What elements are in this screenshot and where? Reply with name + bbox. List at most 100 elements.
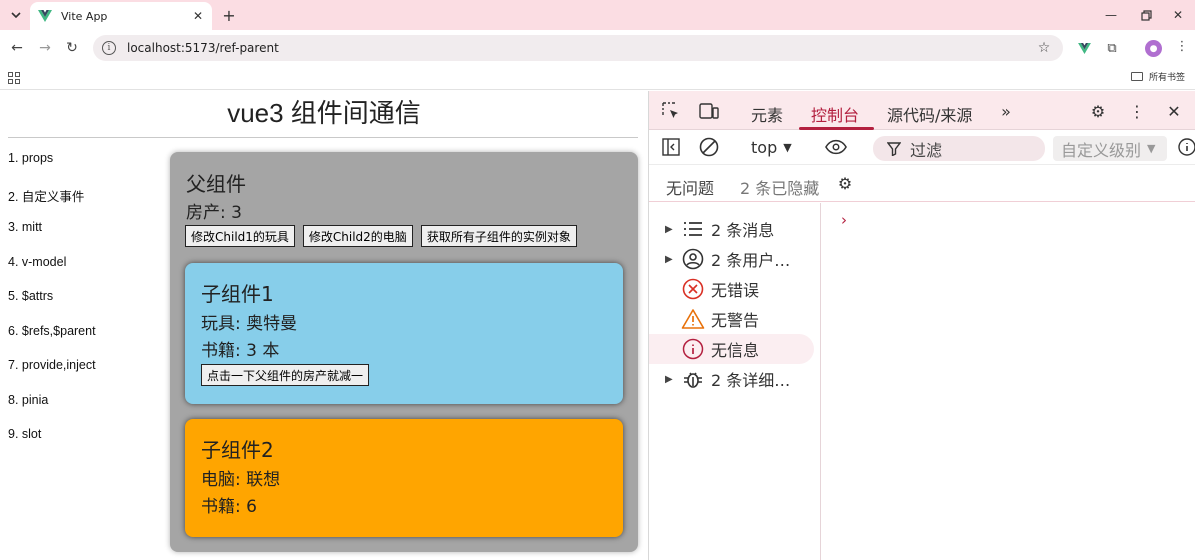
sidebar-item-errors[interactable]: ▶ 无错误	[649, 274, 814, 304]
nav-link-attrs[interactable]: 5. $attrs	[8, 289, 96, 324]
nav-link-mitt[interactable]: 3. mitt	[8, 220, 96, 255]
warning-icon	[681, 307, 705, 331]
tab-search-dropdown[interactable]	[6, 5, 26, 25]
nav-link-refs-parent[interactable]: 6. $refs,$parent	[8, 324, 96, 359]
list-icon	[681, 217, 705, 241]
error-icon	[681, 277, 705, 301]
all-bookmarks-folder[interactable]: 所有书签	[1131, 70, 1185, 83]
info-icon[interactable]	[1176, 137, 1195, 157]
new-tab-button[interactable]: +	[220, 6, 238, 25]
live-expression-eye-icon[interactable]	[825, 137, 847, 157]
filter-funnel-icon	[887, 141, 901, 156]
forward-icon[interactable]: →	[35, 38, 55, 58]
expand-arrow-icon[interactable]: ▶	[665, 254, 679, 265]
sidebar-item-label: 2 条详细…	[711, 371, 791, 390]
child-component-1: 子组件1 玩具: 奥特曼 书籍: 3 本 点击一下父组件的房产就减一	[185, 263, 623, 404]
child2-books: 书籍: 6	[201, 497, 257, 517]
tab-elements[interactable]: 元素	[751, 102, 783, 126]
console-toolbar: top ▼ 过滤 自定义级别 ▼	[649, 131, 1195, 165]
decrease-house-button[interactable]: 点击一下父组件的房产就减一	[201, 364, 370, 386]
user-icon	[681, 247, 705, 271]
site-info-icon[interactable]: i	[102, 41, 116, 55]
console-filter-input[interactable]: 过滤	[873, 136, 1045, 161]
browser-toolbar: ← → ↻ i localhost:5173/ref-parent ☆ ⧉ ● …	[0, 30, 1195, 66]
console-sidebar: ▶ 2 条消息 ▶ 2 条用户… ▶ 无错误	[649, 203, 821, 560]
tab-title: Vite App	[61, 9, 108, 23]
expand-arrow-icon[interactable]: ▶	[665, 224, 679, 235]
nav-link-props[interactable]: 1. props	[8, 151, 96, 186]
bookmark-star-icon[interactable]: ☆	[1035, 40, 1053, 56]
sidebar-item-verbose[interactable]: ▶ 2 条详细…	[649, 364, 814, 394]
dropdown-arrow-icon: ▼	[783, 141, 792, 154]
active-tab-indicator	[799, 127, 874, 130]
minimize-icon[interactable]: —	[1096, 4, 1126, 26]
restore-icon[interactable]	[1131, 4, 1161, 26]
get-all-children-button[interactable]: 获取所有子组件的实例对象	[420, 225, 577, 247]
filter-placeholder: 过滤	[910, 140, 943, 160]
window-close-icon[interactable]: ✕	[1163, 4, 1193, 26]
nav-link-v-model[interactable]: 4. v-model	[8, 255, 96, 290]
url-text[interactable]: localhost:5173/ref-parent	[127, 41, 1035, 55]
sidebar-toggle-icon[interactable]	[660, 137, 682, 157]
child2-computer: 电脑: 联想	[201, 470, 281, 490]
log-levels-dropdown[interactable]: 自定义级别 ▼	[1053, 136, 1167, 161]
close-icon[interactable]: ✕	[190, 8, 206, 24]
apps-grid-icon[interactable]	[8, 72, 20, 84]
sidebar-item-messages[interactable]: ▶ 2 条消息	[649, 214, 814, 244]
context-selector[interactable]: top ▼	[751, 138, 792, 157]
reload-icon[interactable]: ↻	[62, 38, 82, 58]
sidebar-item-info[interactable]: ▶ 无信息	[649, 334, 814, 364]
nav-link-slot[interactable]: 9. slot	[8, 427, 96, 462]
sidebar-item-warnings[interactable]: ▶ 无警告	[649, 304, 814, 334]
devtools-panel: 元素 控制台 源代码/来源 » ⚙ ⋮ ✕ top ▼ 过滤 自定义级别 ▼ 无…	[648, 91, 1195, 560]
parent-house-count: 房产: 3	[186, 203, 242, 223]
web-page: vue3 组件间通信 1. props 2. 自定义事件 3. mitt 4. …	[0, 91, 648, 560]
change-child1-toy-button[interactable]: 修改Child1的玩具	[185, 225, 295, 247]
context-value: top	[751, 138, 778, 157]
console-settings-gear-icon[interactable]: ⚙	[834, 173, 856, 193]
nav-link-provide-inject[interactable]: 7. provide,inject	[8, 358, 96, 393]
back-icon[interactable]: ←	[7, 38, 27, 58]
chevron-down-icon	[11, 12, 21, 18]
change-child2-computer-button[interactable]: 修改Child2的电脑	[302, 225, 413, 247]
no-issues-text[interactable]: 无问题	[666, 175, 714, 199]
expand-arrow-icon[interactable]: ▶	[665, 374, 679, 385]
tab-sources[interactable]: 源代码/来源	[887, 102, 972, 126]
folder-icon	[1131, 72, 1143, 81]
settings-gear-icon[interactable]: ⚙	[1087, 101, 1109, 121]
info-circle-icon	[681, 337, 705, 361]
tab-console[interactable]: 控制台	[811, 102, 859, 126]
bug-icon	[681, 367, 705, 391]
levels-dropdown-arrow-icon: ▼	[1147, 142, 1156, 155]
nav-link-custom-event[interactable]: 2. 自定义事件	[8, 186, 96, 221]
child1-toy: 玩具: 奥特曼	[201, 314, 298, 334]
browser-menu-icon[interactable]: ⋮	[1174, 39, 1190, 57]
parent-title: 父组件	[186, 172, 246, 196]
profile-avatar[interactable]: ●	[1145, 40, 1162, 57]
nav-list: 1. props 2. 自定义事件 3. mitt 4. v-model 5. …	[8, 151, 96, 462]
device-toolbar-icon[interactable]	[698, 101, 720, 121]
browser-tab[interactable]: Vite App ✕	[30, 2, 212, 30]
extensions-puzzle-icon[interactable]: ⧉	[1103, 39, 1121, 57]
bookmarks-bar: 所有书签	[0, 66, 1195, 90]
sidebar-item-label: 2 条用户…	[711, 251, 791, 270]
devtools-close-icon[interactable]: ✕	[1163, 101, 1185, 121]
child1-title: 子组件1	[201, 282, 274, 306]
vue-logo-icon	[38, 10, 52, 22]
issues-bar: 无问题 2 条已隐藏 ⚙	[649, 165, 1195, 202]
nav-link-pinia[interactable]: 8. pinia	[8, 393, 96, 428]
vue-devtools-extension-icon[interactable]	[1075, 39, 1093, 57]
devtools-menu-icon[interactable]: ⋮	[1126, 101, 1148, 121]
sidebar-item-user-messages[interactable]: ▶ 2 条用户…	[649, 244, 814, 274]
hidden-issues-text: 2 条已隐藏	[740, 179, 820, 198]
address-bar[interactable]: i localhost:5173/ref-parent ☆	[93, 35, 1063, 61]
more-tabs-icon[interactable]: »	[995, 101, 1017, 121]
page-title: vue3 组件间通信	[227, 98, 421, 128]
all-bookmarks-label: 所有书签	[1149, 73, 1186, 83]
inspect-element-icon[interactable]	[660, 101, 682, 121]
child1-books: 书籍: 3 本	[201, 341, 280, 361]
clear-console-icon[interactable]	[698, 137, 720, 157]
sidebar-item-label: 无警告	[711, 311, 760, 330]
sidebar-item-label: 2 条消息	[711, 221, 775, 240]
console-prompt-icon[interactable]: ›	[841, 211, 847, 229]
